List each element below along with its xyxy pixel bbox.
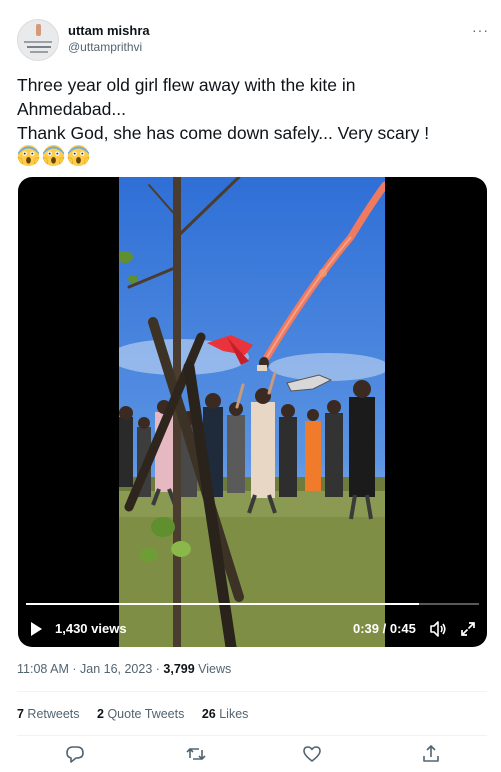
tweet-line: Three year old girl flew away with the k… [17,75,356,95]
like-icon[interactable] [302,744,322,764]
tweet-line: Ahmedabad... [17,99,126,119]
video-progress-bar[interactable] [26,603,479,605]
retweets-stat[interactable]: 7 Retweets [17,707,80,721]
views-label: Views [194,662,232,676]
tweet-timestamp[interactable]: 11:08 AM · Jan 16, 2023 · [17,662,163,676]
play-icon[interactable] [28,621,44,637]
video-views: 1,430 views [55,621,127,636]
face-screaming-in-fear-icon [42,144,65,167]
avatar[interactable] [17,19,59,61]
video-player[interactable]: 1,430 views 0:39 / 0:45 [18,177,487,647]
volume-icon[interactable] [429,620,447,638]
video-time: 0:39 / 0:45 [353,621,416,636]
tweet-meta: 11:08 AM · Jan 16, 2023 · 3,799 Views [17,662,231,676]
more-icon[interactable]: ··· [472,22,489,38]
divider [17,735,487,736]
retweet-icon[interactable] [186,744,206,764]
tweet-stats: 7 Retweets 2 Quote Tweets 26 Likes [17,707,262,721]
user-name[interactable]: uttam mishra [68,23,150,38]
video-frame[interactable] [119,177,385,647]
face-screaming-in-fear-icon [67,144,90,167]
tweet: uttam mishra @uttamprithvi ··· Three yea… [0,0,501,772]
divider [17,691,487,692]
face-screaming-in-fear-icon [17,144,40,167]
fullscreen-icon[interactable] [459,620,477,638]
views-count: 3,799 [163,662,195,676]
user-handle[interactable]: @uttamprithvi [68,40,142,54]
share-icon[interactable] [421,744,441,764]
tweet-line: Thank God, she has come down safely... V… [17,123,430,143]
tweet-text: Three year old girl flew away with the k… [17,73,487,145]
video-progress-fill [26,603,419,605]
emoji-row [17,144,92,168]
quotes-stat[interactable]: 2 Quote Tweets [97,707,184,721]
reply-icon[interactable] [65,744,85,764]
likes-stat[interactable]: 26 Likes [202,707,249,721]
tweet-actions [0,744,501,768]
